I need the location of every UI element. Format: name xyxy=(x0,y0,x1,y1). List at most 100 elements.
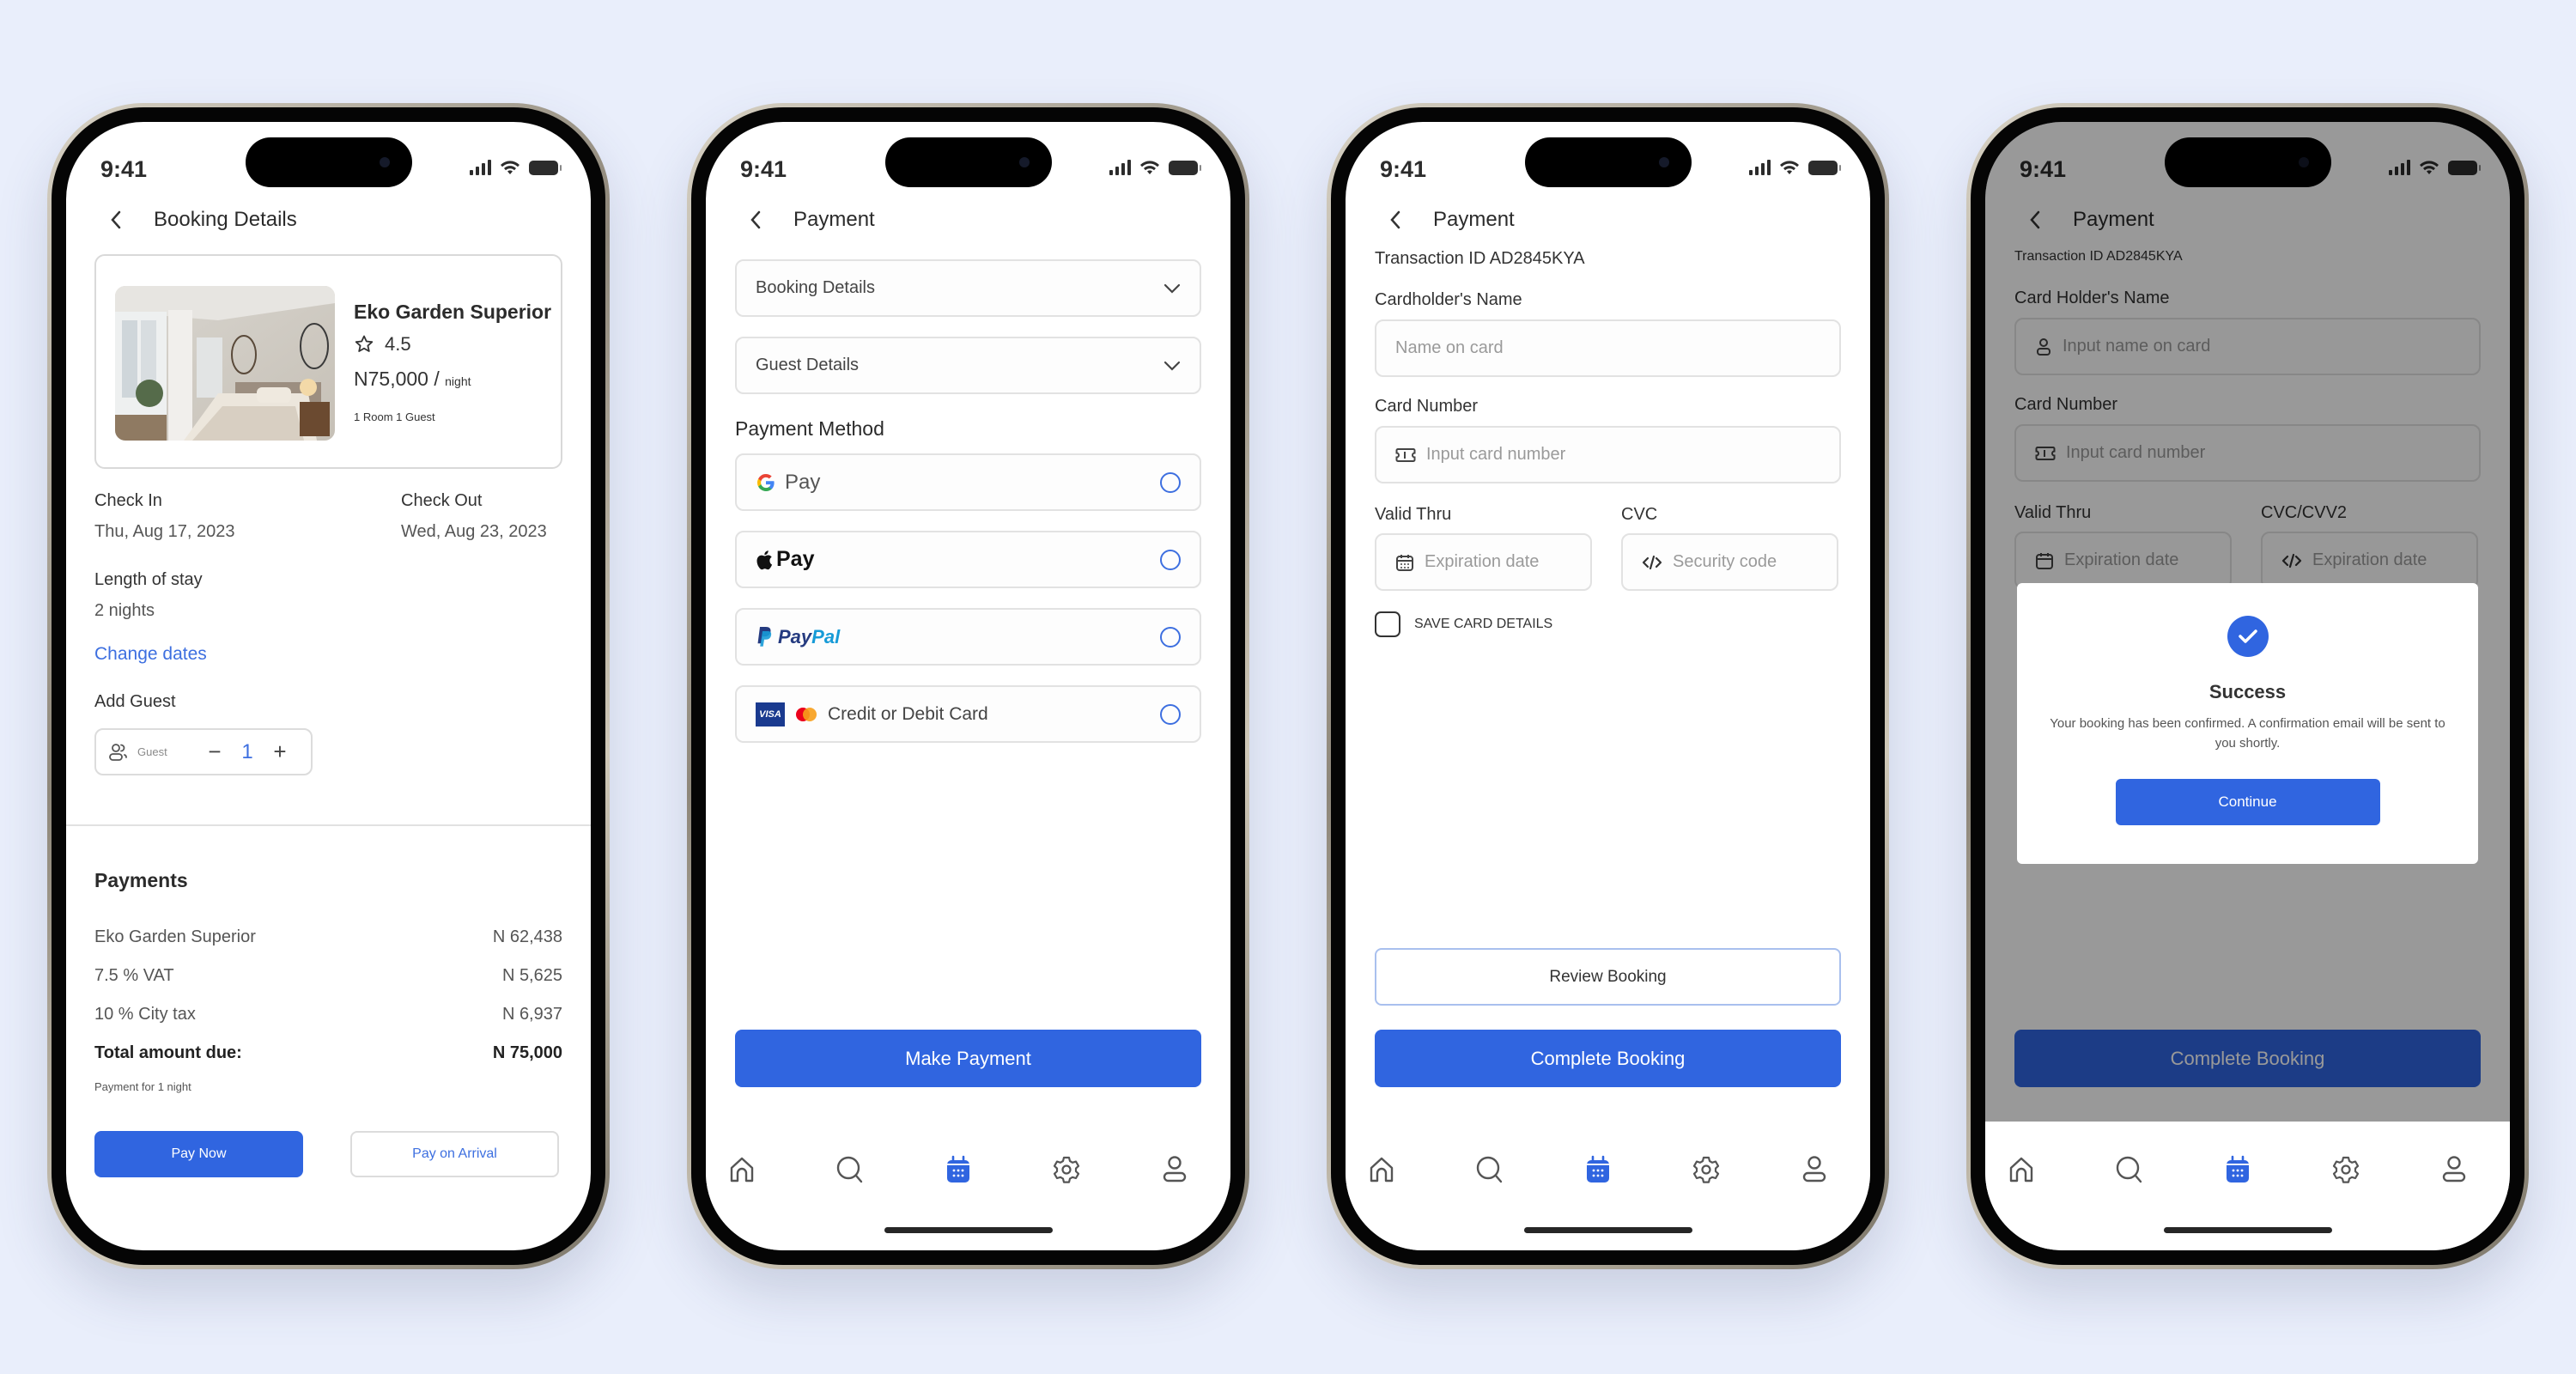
page-title: Payment xyxy=(793,208,875,231)
nav-settings[interactable] xyxy=(2329,1152,2363,1187)
signal-icon xyxy=(1109,160,1131,175)
payment-row-label: 7.5 % VAT xyxy=(94,966,174,985)
card-icon xyxy=(1395,447,1416,462)
room-card[interactable]: Eko Garden Superior 4.5 N75,000 / night … xyxy=(94,254,562,469)
pay-on-arrival-button[interactable]: Pay on Arrival xyxy=(350,1131,559,1177)
dynamic-island xyxy=(1524,137,1692,187)
back-button[interactable] xyxy=(1380,204,1411,235)
change-dates-link[interactable]: Change dates xyxy=(94,644,207,665)
star-icon xyxy=(355,335,374,352)
make-payment-button[interactable]: Make Payment xyxy=(735,1030,1201,1087)
nav-bookings[interactable] xyxy=(2221,1152,2255,1187)
paypal-icon xyxy=(757,626,772,647)
page-title: Payment xyxy=(1433,208,1515,231)
nav-bookings[interactable] xyxy=(1581,1152,1615,1187)
user-icon xyxy=(1802,1156,1826,1182)
accordion-guest-details[interactable]: Guest Details xyxy=(735,337,1201,394)
cardholder-name-input[interactable]: Name on card xyxy=(1375,319,1841,377)
review-booking-button[interactable]: Review Booking xyxy=(1375,948,1841,1006)
complete-booking-button[interactable]: Complete Booking xyxy=(1375,1030,1841,1087)
total-amount: N 75,000 xyxy=(492,1043,562,1062)
calendar-icon xyxy=(1396,554,1413,571)
payment-option-card[interactable]: VISA Credit or Debit Card xyxy=(735,685,1201,743)
radio-google-pay[interactable] xyxy=(1160,471,1181,493)
search-icon xyxy=(836,1156,863,1183)
bottom-nav xyxy=(706,1122,1230,1250)
back-button[interactable] xyxy=(740,204,771,235)
payment-option-paypal[interactable]: PayPal xyxy=(735,608,1201,666)
apple-pay-logo: Pay xyxy=(756,547,814,572)
nav-search[interactable] xyxy=(2112,1152,2147,1187)
chevron-left-icon xyxy=(1390,210,1400,229)
phone-bezel: 9:41 Payment Transaction ID AD2845KYA Ca… xyxy=(1331,107,1885,1265)
price-unit: night xyxy=(445,374,471,388)
security-code-input[interactable]: Security code xyxy=(1621,533,1838,591)
payment-note: Payment for 1 night xyxy=(94,1080,191,1093)
payment-row-amount: N 5,625 xyxy=(501,966,562,985)
calendar-icon xyxy=(947,1155,969,1182)
card-logos: VISA Credit or Debit Card xyxy=(756,702,988,727)
option-label: Credit or Debit Card xyxy=(828,703,988,724)
expiration-date-input[interactable]: Expiration date xyxy=(1375,533,1592,591)
card-number-label: Card Number xyxy=(1375,397,1479,416)
status-time: 9:41 xyxy=(1380,156,1427,182)
nav-search[interactable] xyxy=(1473,1152,1507,1187)
modal-title: Success xyxy=(2208,681,2287,702)
phone-booking-details: 9:41 Booking Details Eko Garden Superior… xyxy=(47,103,610,1269)
payment-option-apple-pay[interactable]: Pay xyxy=(735,531,1201,588)
nav-home[interactable] xyxy=(2004,1152,2038,1187)
nav-home[interactable] xyxy=(725,1152,759,1187)
phone-bezel: 9:41 Booking Details Eko Garden Superior… xyxy=(52,107,605,1265)
nav-home[interactable] xyxy=(1364,1152,1399,1187)
mastercard-icon xyxy=(796,707,817,721)
radio-paypal[interactable] xyxy=(1160,626,1181,647)
camera xyxy=(379,157,390,167)
nav-bookings[interactable] xyxy=(941,1152,975,1187)
nav-settings[interactable] xyxy=(1049,1152,1084,1187)
payment-row-amount: N 62,438 xyxy=(492,927,562,946)
accordion-label: Guest Details xyxy=(756,356,860,374)
success-modal: Success Your booking has been confirmed.… xyxy=(2017,583,2478,864)
section-divider xyxy=(66,824,591,826)
payment-row: 7.5 % VAT N 5,625 xyxy=(94,966,562,986)
save-card-checkbox[interactable] xyxy=(1375,611,1400,637)
nav-search[interactable] xyxy=(833,1152,867,1187)
nav-profile[interactable] xyxy=(1157,1152,1192,1187)
payment-method-title: Payment Method xyxy=(735,417,884,440)
wifi-icon xyxy=(501,161,519,174)
paypal-logo: PayPal xyxy=(756,626,840,648)
input-placeholder: Expiration date xyxy=(1425,552,1540,571)
decrement-guest-button[interactable]: − xyxy=(197,739,232,765)
camera xyxy=(1018,157,1030,167)
payment-row-label: Eko Garden Superior xyxy=(94,927,256,946)
home-indicator[interactable] xyxy=(1523,1227,1692,1233)
chevron-down-icon xyxy=(1163,283,1181,294)
nav-profile[interactable] xyxy=(2437,1152,2471,1187)
status-icons xyxy=(470,160,562,175)
check-in-value: Thu, Aug 17, 2023 xyxy=(94,522,235,541)
radio-card[interactable] xyxy=(1160,703,1181,725)
search-icon xyxy=(2116,1156,2142,1183)
valid-thru-label: Valid Thru xyxy=(1375,505,1452,524)
home-indicator[interactable] xyxy=(884,1227,1053,1233)
guest-count: 1 xyxy=(241,739,253,763)
nav-profile[interactable] xyxy=(1797,1152,1832,1187)
pay-now-button[interactable]: Pay Now xyxy=(94,1131,303,1177)
payment-option-google-pay[interactable]: Pay xyxy=(735,453,1201,511)
accordion-booking-details[interactable]: Booking Details xyxy=(735,259,1201,317)
phone-bezel: 9:41 Payment Booking Details Guest Detai… xyxy=(691,107,1245,1265)
transaction-id: Transaction ID AD2845KYA xyxy=(1375,249,1585,268)
radio-apple-pay[interactable] xyxy=(1160,549,1181,570)
increment-guest-button[interactable]: + xyxy=(263,739,297,765)
gear-icon xyxy=(2332,1156,2360,1183)
battery-icon xyxy=(1808,160,1841,175)
back-button[interactable] xyxy=(100,204,131,235)
nav-settings[interactable] xyxy=(1689,1152,1723,1187)
card-number-input[interactable]: Input card number xyxy=(1375,426,1841,483)
continue-button[interactable]: Continue xyxy=(2115,779,2380,825)
home-indicator[interactable] xyxy=(2163,1227,2332,1233)
users-icon xyxy=(109,743,127,761)
option-label: PayPal xyxy=(778,625,841,647)
wifi-icon xyxy=(1780,161,1799,174)
calendar-icon xyxy=(1587,1155,1609,1182)
